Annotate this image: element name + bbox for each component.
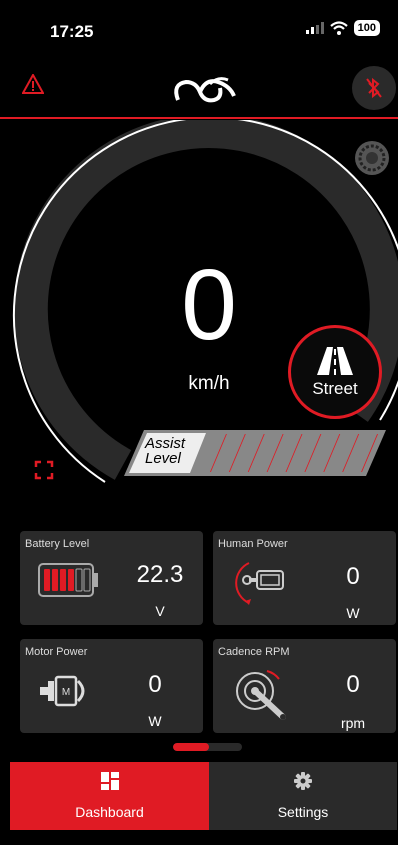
- dashboard-icon: [100, 772, 119, 790]
- human-power-value: 0: [346, 563, 360, 590]
- page-indicator[interactable]: [173, 743, 242, 751]
- status-time: 17:25: [50, 22, 94, 41]
- tab-settings-label: Settings: [277, 804, 329, 820]
- cadence-title: Cadence RPM: [218, 646, 290, 658]
- cadence-card: Cadence RPM 0 rpm: [213, 639, 396, 733]
- cadence-unit: rpm: [340, 715, 366, 731]
- motor-power-value: 0: [148, 671, 162, 698]
- page-indicator-active: [173, 743, 209, 751]
- cadence-value: 0: [346, 671, 360, 698]
- bluetooth-off-icon: [366, 77, 382, 99]
- svg-text:M: M: [62, 687, 70, 698]
- motor-power-unit: W: [148, 713, 162, 729]
- road-icon: [317, 347, 353, 375]
- assist-label-line1: Assist: [145, 435, 186, 452]
- wifi-icon: [329, 21, 348, 35]
- tab-settings[interactable]: Settings: [209, 762, 397, 830]
- assist-label-line2: Level: [145, 450, 181, 467]
- battery-card: Battery Level 22.3 V: [20, 531, 203, 625]
- motor-power-card: Motor Power M 0 W: [20, 639, 203, 733]
- warning-icon[interactable]: [22, 74, 44, 94]
- app-header: [0, 62, 398, 119]
- pedal-icon: [235, 562, 284, 605]
- status-icons: 100: [305, 20, 380, 36]
- bluetooth-button[interactable]: [352, 66, 396, 110]
- human-power-card: Human Power 0 W: [213, 531, 396, 625]
- motor-power-title: Motor Power: [25, 646, 88, 658]
- ride-mode-label: Street: [312, 379, 358, 398]
- battery-value: 22.3: [136, 561, 184, 588]
- gear-icon: [294, 772, 312, 790]
- crank-icon: [236, 670, 286, 720]
- battery-icon: [38, 563, 98, 597]
- tab-dashboard[interactable]: Dashboard: [10, 762, 209, 830]
- human-power-title: Human Power: [218, 538, 288, 550]
- battery-status: 100: [353, 20, 380, 36]
- signal-icon: [305, 22, 324, 34]
- motor-icon: M: [40, 675, 85, 707]
- tab-dashboard-label: Dashboard: [75, 804, 144, 820]
- human-power-unit: W: [346, 605, 360, 621]
- battery-card-title: Battery Level: [25, 538, 90, 550]
- assist-level-label: Assist Level: [145, 436, 185, 466]
- brake-disc-icon[interactable]: [352, 138, 392, 178]
- fullscreen-icon[interactable]: [34, 460, 54, 480]
- logo-icon: [174, 77, 236, 103]
- battery-unit: V: [155, 603, 165, 619]
- ride-mode-button[interactable]: Street: [288, 325, 382, 419]
